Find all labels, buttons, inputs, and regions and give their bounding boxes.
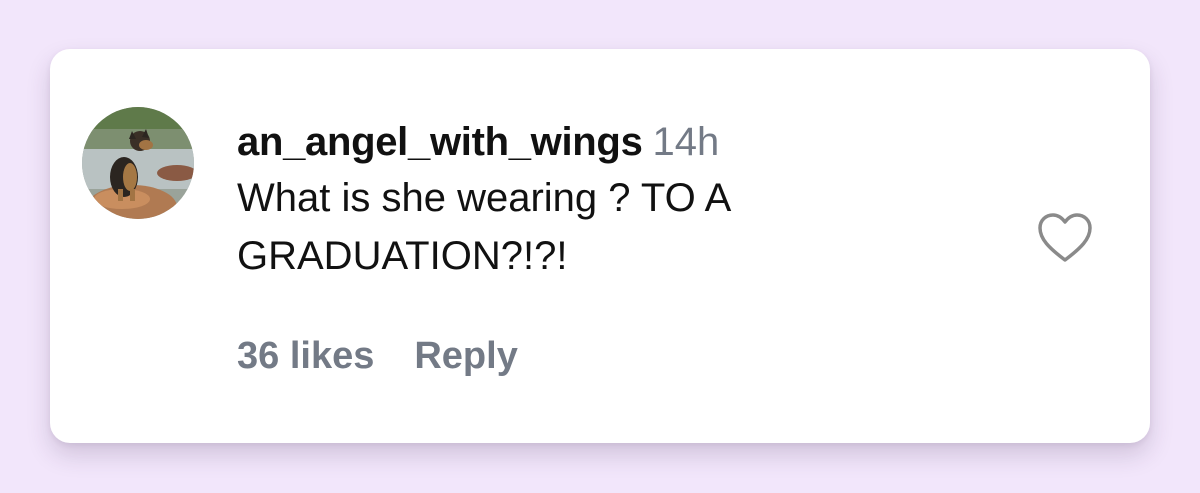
avatar[interactable]: [82, 107, 194, 219]
comment-text: What is she wearing ? TO A GRADUATION?!?…: [237, 176, 730, 278]
likes-count[interactable]: 36 likes: [237, 335, 374, 377]
reply-button[interactable]: Reply: [414, 335, 517, 377]
comment-actions: 36 likes Reply: [237, 335, 518, 378]
username[interactable]: an_angel_with_wings: [237, 120, 643, 164]
timestamp: 14h: [652, 120, 720, 164]
comment-body: an_angel_with_wings 14h What is she weari…: [237, 119, 997, 285]
comment-card: an_angel_with_wings 14h What is she weari…: [50, 49, 1150, 443]
heart-outline-icon: [1038, 213, 1092, 262]
dog-photo: [82, 107, 194, 219]
like-button[interactable]: [1035, 210, 1095, 266]
comment-header: an_angel_with_wings 14h: [237, 119, 997, 165]
